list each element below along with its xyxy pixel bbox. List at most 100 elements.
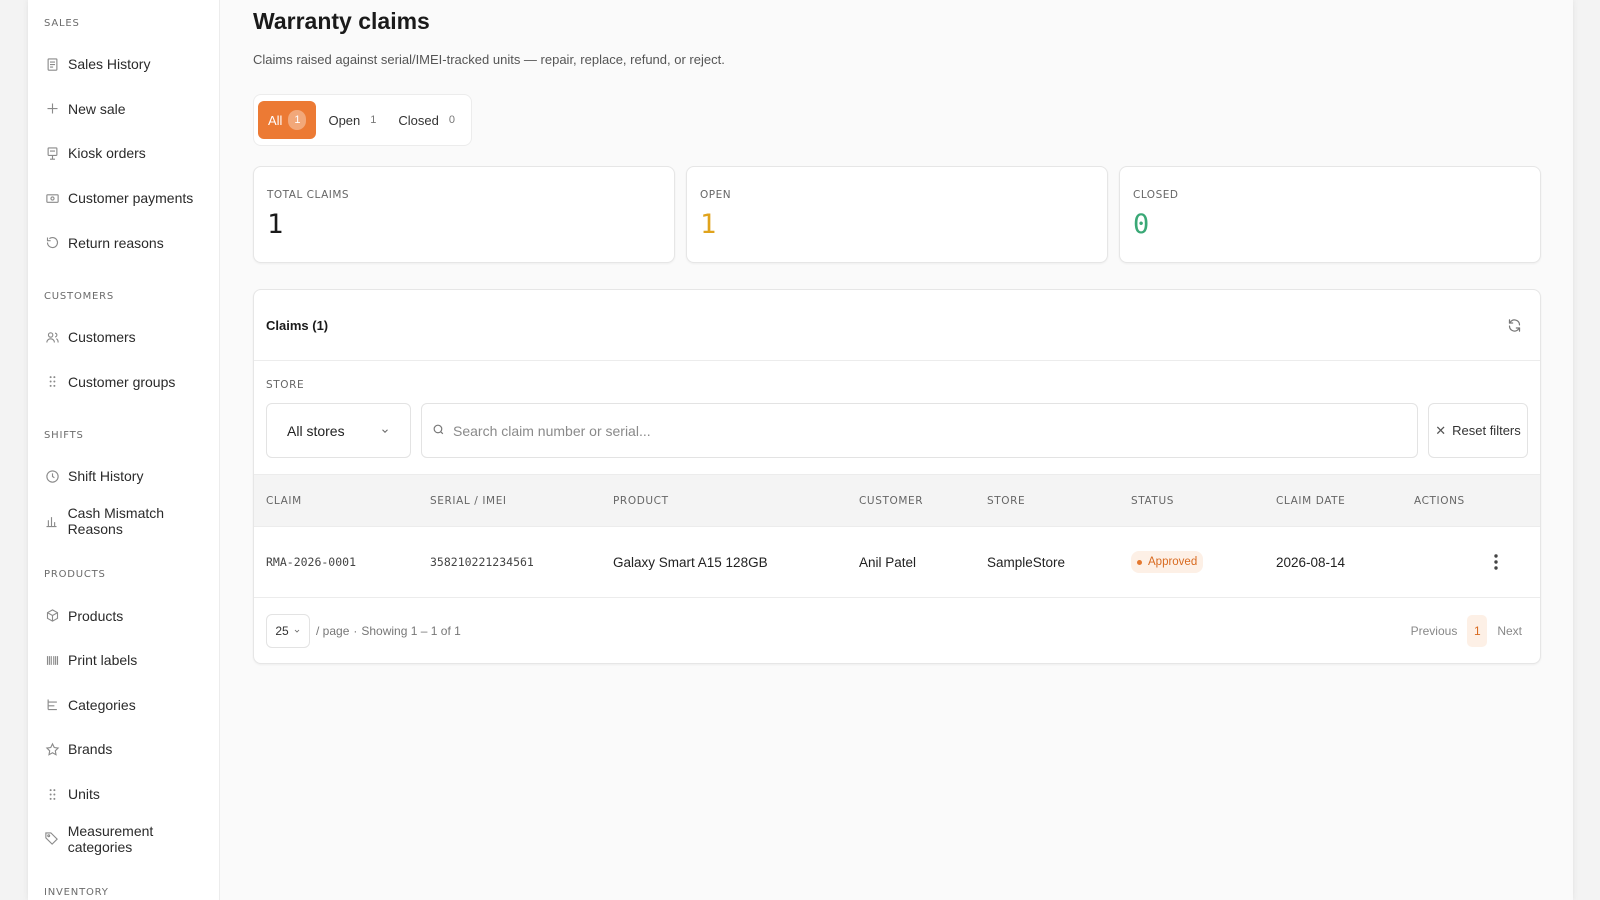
page-title: Warranty claims (253, 8, 430, 34)
tab-open[interactable]: Open 1 (318, 101, 386, 139)
clock-icon (44, 468, 60, 484)
pagination: 25 / page · Showing 1 – 1 of 1 Previous … (254, 598, 1540, 663)
sidebar: SALES Sales History New sale Kiosk orders Cu… (28, 0, 220, 900)
tab-open-label: Open (328, 112, 361, 128)
sidebar-item-kiosk-orders[interactable]: Kiosk orders (44, 131, 219, 176)
tab-open-count: 1 (370, 114, 377, 126)
grip-icon (44, 374, 60, 390)
status-cell: Approved (1119, 526, 1264, 598)
page-nav: Previous 1 Next (1411, 614, 1522, 647)
tab-all-label: All (268, 112, 283, 128)
sidebar-item-categories[interactable]: Categories (44, 683, 219, 728)
page-size-value: 25 (275, 623, 289, 638)
sidebar-item-return-reasons[interactable]: Return reasons (44, 220, 219, 265)
stat-total-claims: TOTAL CLAIMS 1 (253, 166, 675, 263)
sidebar-item-units[interactable]: Units (44, 772, 219, 817)
sidebar-item-label: Kiosk orders (68, 145, 146, 162)
reset-filters-button[interactable]: ✕ Reset filters (1428, 403, 1528, 458)
sidebar-item-products[interactable]: Products (44, 593, 219, 638)
col-serial[interactable]: SERIAL / IMEI (418, 474, 601, 527)
actions-cell (1402, 526, 1540, 598)
filter-row: All stores ✕ Reset filters (266, 403, 1528, 458)
star-icon (44, 741, 60, 757)
sidebar-item-label: New sale (68, 100, 126, 117)
sidebar-item-print-labels[interactable]: Print labels (44, 638, 219, 683)
tab-closed[interactable]: Closed 0 (388, 101, 465, 139)
chevron-down-icon (380, 423, 390, 439)
pager-separator: · (353, 623, 358, 638)
reset-filters-label: Reset filters (1452, 423, 1521, 438)
sidebar-item-customers[interactable]: Customers (44, 315, 219, 360)
col-claim-date[interactable]: CLAIM DATE (1264, 474, 1402, 527)
next-button[interactable]: Next (1497, 624, 1522, 638)
search-field[interactable] (421, 403, 1418, 458)
sidebar-item-customer-payments[interactable]: Customer payments (44, 176, 219, 221)
claim-number[interactable]: RMA-2026-0001 (254, 526, 418, 598)
claims-card-header: Claims (1) (254, 290, 1540, 361)
col-status[interactable]: STATUS (1119, 474, 1264, 527)
stat-label: OPEN (700, 189, 732, 201)
product-name: Galaxy Smart A15 128GB (601, 526, 847, 598)
bar-chart-icon (44, 513, 60, 529)
sidebar-item-brands[interactable]: Brands (44, 727, 219, 772)
claims-title: Claims (1) (266, 317, 329, 333)
filters: STORE All stores Search claim number or … (254, 361, 1540, 474)
sidebar-item-shift-history[interactable]: Shift History (44, 454, 219, 499)
sidebar-item-cash-mismatch-reasons[interactable]: Cash Mismatch Reasons (44, 499, 219, 544)
store-filter-label: STORE (266, 379, 305, 391)
sidebar-item-label: Products (68, 607, 124, 624)
receipt-icon (44, 56, 60, 72)
showing-text: Showing 1 – 1 of 1 (361, 623, 461, 638)
sidebar-item-label: Brands (68, 741, 113, 758)
chevron-down-icon (293, 624, 301, 638)
sidebar-item-sales-history[interactable]: Sales History (44, 42, 219, 87)
sidebar-section-shifts: SHIFTS Shift History Cash Mismatch Reasons (44, 430, 219, 543)
more-vertical-icon[interactable] (1486, 552, 1506, 572)
sidebar-item-customer-groups[interactable]: Customer groups (44, 360, 219, 405)
store-select[interactable]: All stores (266, 403, 411, 458)
refresh-icon[interactable] (1504, 315, 1524, 335)
sidebar-item-measurement-categories[interactable]: Measurement categories (44, 816, 219, 861)
stat-value: 1 (700, 209, 717, 240)
box-icon (44, 608, 60, 624)
page-subtitle: Claims raised against serial/IMEI-tracke… (253, 52, 725, 67)
col-product[interactable]: PRODUCT (601, 474, 847, 527)
tag-icon (44, 831, 60, 847)
per-page-label: / page (316, 623, 350, 638)
status-dot-icon (1137, 559, 1142, 565)
users-icon (44, 329, 60, 345)
payment-icon (44, 190, 60, 206)
main-content: Warranty claims Claims raised against se… (220, 0, 1573, 900)
sidebar-item-label: Measurement categories (67, 822, 154, 855)
stat-value: 0 (1133, 209, 1150, 240)
undo-icon (44, 235, 60, 251)
page-size-select[interactable]: 25 (266, 613, 310, 648)
stat-value: 1 (267, 209, 284, 240)
sidebar-section-title: SHIFTS (44, 430, 84, 442)
sidebar-item-label: Return reasons (68, 234, 164, 251)
customer-name: Anil Patel (847, 526, 975, 598)
store-select-value: All stores (287, 422, 345, 439)
claims-card: Claims (1) STORE All stores Search claim… (253, 289, 1541, 664)
sidebar-item-label: Categories (68, 696, 136, 713)
sidebar-item-label: Customer groups (68, 373, 176, 390)
sidebar-item-label: Customer payments (68, 190, 194, 207)
sidebar-section-sales: SALES Sales History New sale Kiosk orders Cu… (44, 18, 219, 265)
col-actions: ACTIONS (1402, 474, 1540, 527)
sidebar-item-label: Units (68, 786, 100, 803)
col-claim[interactable]: CLAIM (254, 474, 418, 527)
table-row[interactable]: RMA-2026-0001 358210221234561 Galaxy Sma… (254, 526, 1540, 598)
tab-all[interactable]: All 1 (258, 101, 317, 139)
barcode-icon (44, 652, 60, 668)
sidebar-item-new-sale[interactable]: New sale (44, 87, 219, 132)
sidebar-section-products: PRODUCTS Products Print labels Categories Br… (44, 569, 219, 861)
col-customer[interactable]: CUSTOMER (847, 474, 975, 527)
search-input[interactable] (453, 422, 1407, 439)
status-badge: Approved (1131, 551, 1204, 573)
previous-button[interactable]: Previous (1411, 624, 1458, 638)
page-1-button[interactable]: 1 (1467, 614, 1488, 647)
hierarchy-icon (44, 697, 60, 713)
col-store[interactable]: STORE (975, 474, 1119, 527)
stats-row: TOTAL CLAIMS 1 OPEN 1 CLOSED 0 (253, 166, 1541, 263)
table-header-row: CLAIM SERIAL / IMEI PRODUCT CUSTOMER STO… (254, 474, 1540, 527)
